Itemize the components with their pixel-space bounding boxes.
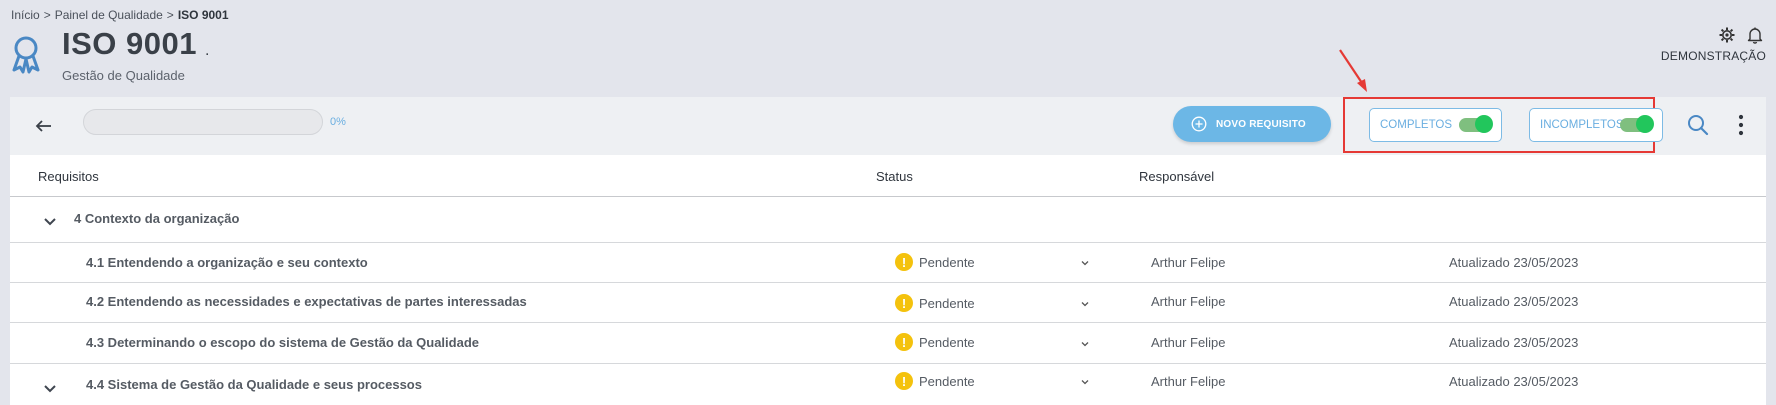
progress-label: 0%	[330, 116, 346, 128]
top-right-area: DEMONSTRAÇÃO	[1661, 26, 1766, 63]
row-requirement: 4.2 Entendendo as necessidades e expecta…	[86, 294, 527, 309]
row-updated: Atualizado 23/05/2023	[1449, 294, 1579, 309]
search-icon[interactable]	[1687, 114, 1709, 136]
user-label[interactable]: DEMONSTRAÇÃO	[1661, 49, 1766, 63]
toggle-completos-label: COMPLETOS	[1380, 119, 1452, 131]
breadcrumb-separator: >	[43, 8, 51, 22]
page-title: ISO 9001	[62, 26, 197, 61]
column-header-requisitos: Requisitos	[38, 169, 99, 184]
bell-icon[interactable]	[1746, 26, 1764, 44]
toggle-incompletos[interactable]: INCOMPLETOS	[1529, 108, 1663, 142]
chevron-down-icon[interactable]	[1080, 339, 1090, 349]
toggle-completos-switch[interactable]	[1459, 115, 1493, 133]
status-label: Pendente	[919, 254, 975, 270]
page-title-suffix: .	[205, 42, 210, 59]
progress-bar	[83, 109, 323, 135]
breadcrumb: Início > Painel de Qualidade > ISO 9001	[11, 8, 229, 22]
row-updated: Atualizado 23/05/2023	[1449, 335, 1579, 350]
more-vertical-icon[interactable]	[1738, 113, 1744, 137]
new-requirement-button[interactable]: NOVO REQUISITO	[1173, 106, 1331, 142]
chevron-down-icon[interactable]	[43, 214, 57, 228]
status-label: Pendente	[919, 295, 975, 311]
row-updated: Atualizado 23/05/2023	[1449, 255, 1579, 270]
row-responsible: Arthur Felipe	[1151, 255, 1226, 270]
column-header-status: Status	[876, 169, 913, 184]
warning-icon: !	[895, 333, 913, 351]
chevron-down-icon[interactable]	[1080, 258, 1090, 268]
arrow-left-icon[interactable]	[32, 114, 56, 138]
gear-icon[interactable]	[1718, 26, 1736, 44]
table-row-group[interactable]: 4 Contexto da organização	[10, 197, 1766, 243]
breadcrumb-current: ISO 9001	[177, 8, 229, 22]
warning-icon: !	[895, 294, 913, 312]
column-header-responsavel: Responsável	[1139, 169, 1215, 184]
breadcrumb-separator: >	[166, 8, 174, 22]
new-requirement-label: NOVO REQUISITO	[1216, 118, 1306, 130]
status-badge: ! Pendente	[895, 372, 975, 390]
warning-icon: !	[895, 253, 913, 271]
row-requirement: 4 Contexto da organização	[74, 211, 240, 226]
row-responsible: Arthur Felipe	[1151, 294, 1226, 309]
award-icon	[12, 36, 40, 74]
toggle-incompletos-label: INCOMPLETOS	[1540, 119, 1624, 131]
requirements-panel: 0% NOVO REQUISITO COMPLETOS INCOMPLETOS	[10, 97, 1766, 405]
row-requirement: 4.3 Determinando o escopo do sistema de …	[86, 335, 479, 350]
table-row[interactable]: 4.4 Sistema de Gestão da Qualidade e seu…	[10, 364, 1766, 405]
breadcrumb-home[interactable]: Início	[11, 8, 40, 22]
status-badge: ! Pendente	[895, 333, 975, 351]
row-requirement: 4.4 Sistema de Gestão da Qualidade e seu…	[86, 377, 422, 392]
table-row[interactable]: 4.2 Entendendo as necessidades e expecta…	[10, 283, 1766, 323]
plus-circle-icon	[1191, 116, 1207, 132]
status-label: Pendente	[919, 334, 975, 350]
table-row[interactable]: 4.3 Determinando o escopo do sistema de …	[10, 323, 1766, 364]
toggle-incompletos-switch[interactable]	[1620, 115, 1654, 133]
row-responsible: Arthur Felipe	[1151, 374, 1226, 389]
chevron-down-icon[interactable]	[43, 381, 57, 395]
row-updated: Atualizado 23/05/2023	[1449, 374, 1579, 389]
status-badge: ! Pendente	[895, 294, 975, 312]
status-badge: ! Pendente	[895, 253, 975, 271]
row-requirement: 4.1 Entendendo a organização e seu conte…	[86, 255, 368, 270]
table-header: Requisitos Status Responsável	[10, 155, 1766, 197]
chevron-down-icon[interactable]	[1080, 299, 1090, 309]
toggle-completos[interactable]: COMPLETOS	[1369, 108, 1502, 142]
page-subtitle: Gestão de Qualidade	[62, 68, 185, 83]
warning-icon: !	[895, 372, 913, 390]
toolbar: 0% NOVO REQUISITO COMPLETOS INCOMPLETOS	[10, 97, 1766, 155]
status-label: Pendente	[919, 373, 975, 389]
table-row[interactable]: 4.1 Entendendo a organização e seu conte…	[10, 243, 1766, 283]
annotation-arrow	[1339, 49, 1367, 92]
breadcrumb-quality-panel[interactable]: Painel de Qualidade	[55, 8, 163, 22]
chevron-down-icon[interactable]	[1080, 377, 1090, 387]
row-responsible: Arthur Felipe	[1151, 335, 1226, 350]
